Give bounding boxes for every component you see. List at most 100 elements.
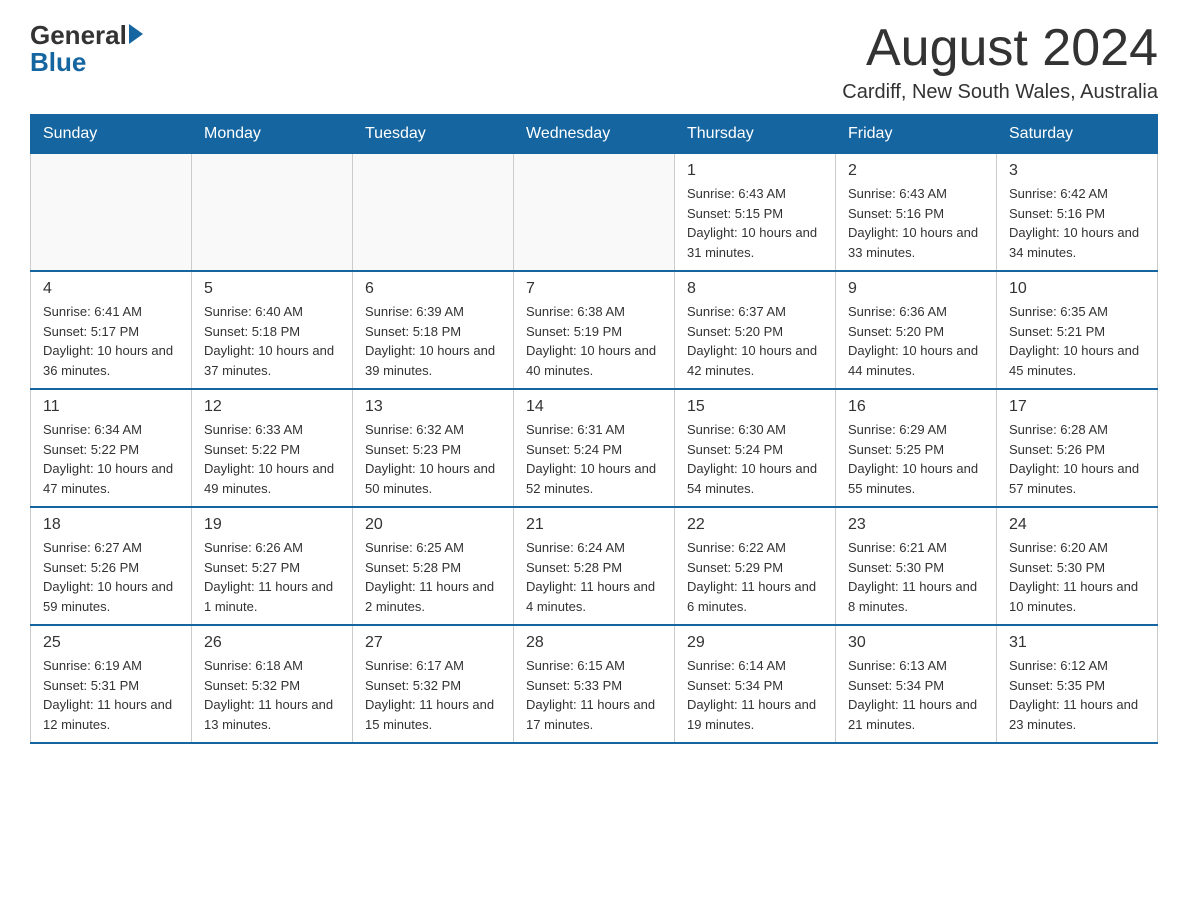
calendar-table: SundayMondayTuesdayWednesdayThursdayFrid… (30, 114, 1158, 744)
day-info: Sunrise: 6:28 AM Sunset: 5:26 PM Dayligh… (1009, 420, 1145, 498)
month-title: August 2024 (842, 20, 1158, 77)
day-number: 23 (848, 516, 984, 534)
day-info: Sunrise: 6:19 AM Sunset: 5:31 PM Dayligh… (43, 656, 179, 734)
day-number: 20 (365, 516, 501, 534)
day-info: Sunrise: 6:12 AM Sunset: 5:35 PM Dayligh… (1009, 656, 1145, 734)
day-info: Sunrise: 6:18 AM Sunset: 5:32 PM Dayligh… (204, 656, 340, 734)
day-cell: 26 Sunrise: 6:18 AM Sunset: 5:32 PM Dayli… (192, 625, 353, 743)
day-cell: 30 Sunrise: 6:13 AM Sunset: 5:34 PM Dayli… (836, 625, 997, 743)
day-info: Sunrise: 6:26 AM Sunset: 5:27 PM Dayligh… (204, 538, 340, 616)
header-monday: Monday (192, 115, 353, 154)
day-cell: 19 Sunrise: 6:26 AM Sunset: 5:27 PM Dayli… (192, 507, 353, 625)
day-cell: 7 Sunrise: 6:38 AM Sunset: 5:19 PM Daylig… (514, 271, 675, 389)
day-cell (31, 154, 192, 272)
day-info: Sunrise: 6:27 AM Sunset: 5:26 PM Dayligh… (43, 538, 179, 616)
day-cell: 11Sunrise: 6:34 AM Sunset: 5:22 PM Dayli… (31, 389, 192, 507)
day-cell: 28 Sunrise: 6:15 AM Sunset: 5:33 PM Dayli… (514, 625, 675, 743)
day-cell: 22 Sunrise: 6:22 AM Sunset: 5:29 PM Dayli… (675, 507, 836, 625)
day-number: 25 (43, 634, 179, 652)
day-number: 24 (1009, 516, 1145, 534)
day-number: 13 (365, 398, 501, 416)
day-cell: 5 Sunrise: 6:40 AM Sunset: 5:18 PM Daylig… (192, 271, 353, 389)
day-info: Sunrise: 6:20 AM Sunset: 5:30 PM Dayligh… (1009, 538, 1145, 616)
day-cell: 8 Sunrise: 6:37 AM Sunset: 5:20 PM Daylig… (675, 271, 836, 389)
day-info: Sunrise: 6:38 AM Sunset: 5:19 PM Dayligh… (526, 302, 662, 380)
day-cell: 17 Sunrise: 6:28 AM Sunset: 5:26 PM Dayli… (997, 389, 1158, 507)
day-number: 6 (365, 280, 501, 298)
logo-area: General Blue (30, 20, 143, 78)
day-number: 14 (526, 398, 662, 416)
day-cell: 6 Sunrise: 6:39 AM Sunset: 5:18 PM Daylig… (353, 271, 514, 389)
day-number: 31 (1009, 634, 1145, 652)
day-info: Sunrise: 6:14 AM Sunset: 5:34 PM Dayligh… (687, 656, 823, 734)
header-thursday: Thursday (675, 115, 836, 154)
header-wednesday: Wednesday (514, 115, 675, 154)
day-cell: 13Sunrise: 6:32 AM Sunset: 5:23 PM Dayli… (353, 389, 514, 507)
day-number: 26 (204, 634, 340, 652)
day-number: 17 (1009, 398, 1145, 416)
day-cell: 15Sunrise: 6:30 AM Sunset: 5:24 PM Dayli… (675, 389, 836, 507)
day-info: Sunrise: 6:33 AM Sunset: 5:22 PM Dayligh… (204, 420, 340, 498)
day-cell: 9Sunrise: 6:36 AM Sunset: 5:20 PM Daylig… (836, 271, 997, 389)
day-cell: 16 Sunrise: 6:29 AM Sunset: 5:25 PM Dayli… (836, 389, 997, 507)
day-number: 27 (365, 634, 501, 652)
week-row-4: 18 Sunrise: 6:27 AM Sunset: 5:26 PM Dayli… (31, 507, 1158, 625)
day-number: 15 (687, 398, 823, 416)
day-info: Sunrise: 6:29 AM Sunset: 5:25 PM Dayligh… (848, 420, 984, 498)
day-number: 29 (687, 634, 823, 652)
day-number: 7 (526, 280, 662, 298)
day-info: Sunrise: 6:21 AM Sunset: 5:30 PM Dayligh… (848, 538, 984, 616)
day-number: 18 (43, 516, 179, 534)
day-info: Sunrise: 6:34 AM Sunset: 5:22 PM Dayligh… (43, 420, 179, 498)
day-cell: 21Sunrise: 6:24 AM Sunset: 5:28 PM Dayli… (514, 507, 675, 625)
page-header: General Blue August 2024 Cardiff, New So… (30, 20, 1158, 104)
header-saturday: Saturday (997, 115, 1158, 154)
day-number: 30 (848, 634, 984, 652)
day-info: Sunrise: 6:15 AM Sunset: 5:33 PM Dayligh… (526, 656, 662, 734)
day-number: 22 (687, 516, 823, 534)
day-info: Sunrise: 6:40 AM Sunset: 5:18 PM Dayligh… (204, 302, 340, 380)
day-info: Sunrise: 6:22 AM Sunset: 5:29 PM Dayligh… (687, 538, 823, 616)
week-row-2: 4 Sunrise: 6:41 AM Sunset: 5:17 PM Daylig… (31, 271, 1158, 389)
location-title: Cardiff, New South Wales, Australia (842, 81, 1158, 104)
day-cell (514, 154, 675, 272)
day-cell: 24 Sunrise: 6:20 AM Sunset: 5:30 PM Dayli… (997, 507, 1158, 625)
day-number: 2 (848, 162, 984, 180)
day-number: 5 (204, 280, 340, 298)
day-number: 28 (526, 634, 662, 652)
day-info: Sunrise: 6:43 AM Sunset: 5:16 PM Dayligh… (848, 184, 984, 262)
header-sunday: Sunday (31, 115, 192, 154)
calendar-header-row: SundayMondayTuesdayWednesdayThursdayFrid… (31, 115, 1158, 154)
day-info: Sunrise: 6:42 AM Sunset: 5:16 PM Dayligh… (1009, 184, 1145, 262)
day-cell: 3 Sunrise: 6:42 AM Sunset: 5:16 PM Daylig… (997, 154, 1158, 272)
day-number: 19 (204, 516, 340, 534)
day-cell: 29 Sunrise: 6:14 AM Sunset: 5:34 PM Dayli… (675, 625, 836, 743)
day-info: Sunrise: 6:39 AM Sunset: 5:18 PM Dayligh… (365, 302, 501, 380)
day-number: 1 (687, 162, 823, 180)
day-info: Sunrise: 6:24 AM Sunset: 5:28 PM Dayligh… (526, 538, 662, 616)
day-info: Sunrise: 6:37 AM Sunset: 5:20 PM Dayligh… (687, 302, 823, 380)
week-row-5: 25 Sunrise: 6:19 AM Sunset: 5:31 PM Dayli… (31, 625, 1158, 743)
day-cell: 1Sunrise: 6:43 AM Sunset: 5:15 PM Daylig… (675, 154, 836, 272)
day-cell: 27Sunrise: 6:17 AM Sunset: 5:32 PM Dayli… (353, 625, 514, 743)
day-cell: 20Sunrise: 6:25 AM Sunset: 5:28 PM Dayli… (353, 507, 514, 625)
day-cell: 23 Sunrise: 6:21 AM Sunset: 5:30 PM Dayli… (836, 507, 997, 625)
day-number: 4 (43, 280, 179, 298)
day-number: 3 (1009, 162, 1145, 180)
day-cell: 10 Sunrise: 6:35 AM Sunset: 5:21 PM Dayli… (997, 271, 1158, 389)
logo-blue-text: Blue (30, 47, 86, 78)
day-info: Sunrise: 6:13 AM Sunset: 5:34 PM Dayligh… (848, 656, 984, 734)
day-number: 8 (687, 280, 823, 298)
day-info: Sunrise: 6:31 AM Sunset: 5:24 PM Dayligh… (526, 420, 662, 498)
header-tuesday: Tuesday (353, 115, 514, 154)
day-cell (192, 154, 353, 272)
day-number: 16 (848, 398, 984, 416)
week-row-3: 11Sunrise: 6:34 AM Sunset: 5:22 PM Dayli… (31, 389, 1158, 507)
day-info: Sunrise: 6:41 AM Sunset: 5:17 PM Dayligh… (43, 302, 179, 380)
day-number: 12 (204, 398, 340, 416)
day-cell: 31 Sunrise: 6:12 AM Sunset: 5:35 PM Dayli… (997, 625, 1158, 743)
day-cell: 12 Sunrise: 6:33 AM Sunset: 5:22 PM Dayli… (192, 389, 353, 507)
day-number: 10 (1009, 280, 1145, 298)
day-info: Sunrise: 6:35 AM Sunset: 5:21 PM Dayligh… (1009, 302, 1145, 380)
day-number: 9 (848, 280, 984, 298)
